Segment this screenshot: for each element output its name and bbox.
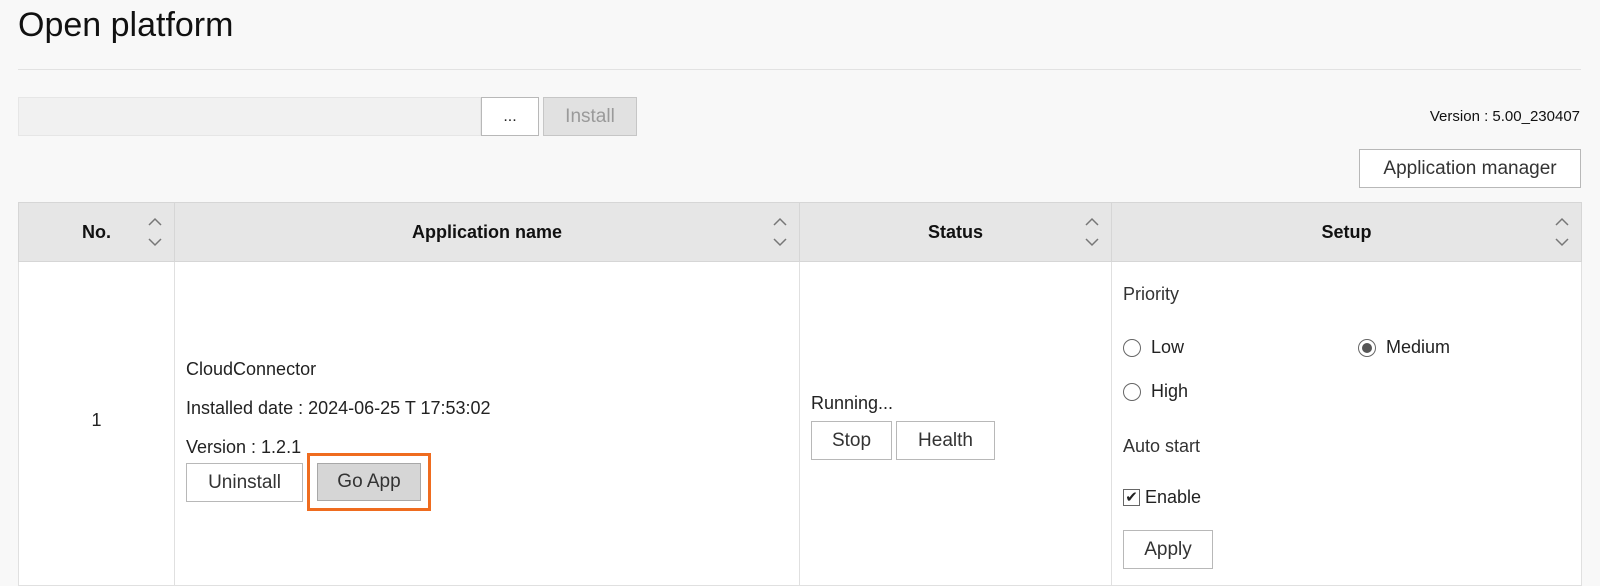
table-row: 1 CloudConnector Installed date : 2024-0… xyxy=(18,261,1582,586)
auto-start-label: Auto start xyxy=(1123,436,1201,456)
browse-button[interactable]: ... xyxy=(481,97,539,136)
radio-selected-icon[interactable] xyxy=(1358,338,1376,357)
go-app-highlight: Go App xyxy=(307,453,431,511)
checkbox-checked-icon[interactable]: ✔ xyxy=(1123,489,1140,506)
status-text: Running... xyxy=(811,393,894,413)
file-path-input[interactable] xyxy=(18,97,481,136)
app-name: CloudConnector xyxy=(186,359,317,379)
column-header-application-name[interactable]: Application name xyxy=(174,202,800,262)
uninstall-button[interactable]: Uninstall xyxy=(186,463,303,502)
priority-label: Priority xyxy=(1123,284,1180,304)
page-title: Open platform xyxy=(18,6,234,44)
apply-button[interactable]: Apply xyxy=(1123,530,1213,569)
cell-setup: Priority Low Medium High Auto start ✔ En… xyxy=(1111,261,1582,586)
installed-date: Installed date : 2024-06-25 T 17:53:02 xyxy=(186,398,491,418)
title-divider xyxy=(18,69,1581,70)
version-label: Version : 5.00_230407 xyxy=(1429,108,1580,125)
go-app-button[interactable]: Go App xyxy=(317,463,421,501)
sort-icon[interactable] xyxy=(1555,217,1569,247)
cell-application: CloudConnector Installed date : 2024-06-… xyxy=(174,261,800,586)
health-button[interactable]: Health xyxy=(896,421,995,460)
priority-radio-low[interactable]: Low xyxy=(1123,337,1184,358)
priority-radio-medium[interactable]: Medium xyxy=(1358,337,1450,358)
table-header-row: No. Application name Status Setup xyxy=(18,202,1582,262)
column-header-status[interactable]: Status xyxy=(799,202,1112,262)
applications-table: No. Application name Status Setup 1 Clou… xyxy=(18,202,1582,586)
application-manager-button[interactable]: Application manager xyxy=(1359,149,1581,188)
sort-icon[interactable] xyxy=(148,217,162,247)
column-header-setup[interactable]: Setup xyxy=(1111,202,1582,262)
stop-button[interactable]: Stop xyxy=(811,421,892,460)
cell-status: Running... Stop Health xyxy=(799,261,1112,586)
install-button[interactable]: Install xyxy=(543,97,637,136)
column-header-no[interactable]: No. xyxy=(18,202,175,262)
enable-checkbox[interactable]: ✔ Enable xyxy=(1123,487,1201,508)
cell-no: 1 xyxy=(18,261,175,586)
row-number: 1 xyxy=(91,410,102,430)
radio-icon[interactable] xyxy=(1123,382,1141,401)
sort-icon[interactable] xyxy=(1085,217,1099,247)
priority-radio-high[interactable]: High xyxy=(1123,381,1188,402)
radio-icon[interactable] xyxy=(1123,338,1141,357)
sort-icon[interactable] xyxy=(773,217,787,247)
